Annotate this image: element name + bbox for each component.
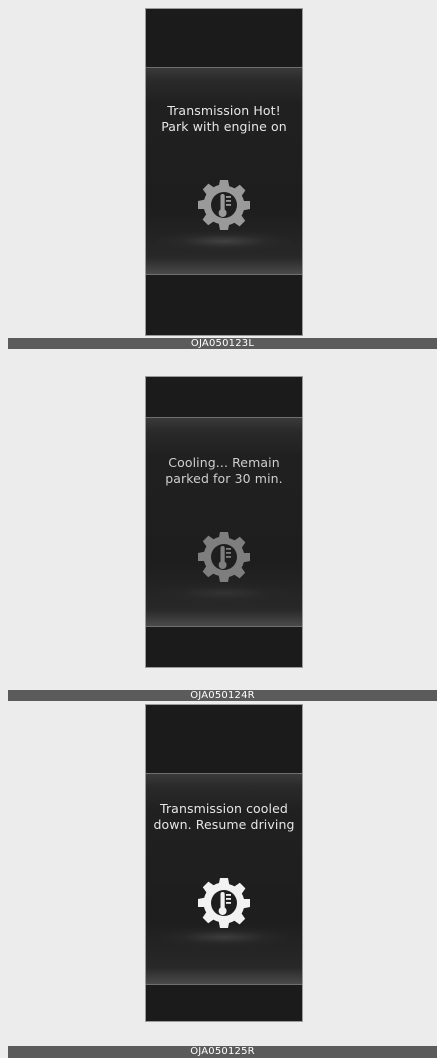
figure-caption: OJA050123L bbox=[8, 338, 437, 349]
cluster-display: Cooling... Remain parked for 30 min. bbox=[145, 376, 303, 668]
figure-caption: OJA050125R bbox=[8, 1046, 437, 1058]
cluster-display: Transmission Hot! Park with engine on bbox=[145, 8, 303, 336]
warning-message: Cooling... Remain parked for 30 min. bbox=[146, 455, 302, 487]
transmission-temperature-gear-icon bbox=[196, 177, 252, 233]
warning-message: Transmission cooled down. Resume driving bbox=[146, 801, 302, 833]
figure-caption: OJA050124R bbox=[8, 690, 437, 701]
message-line-2: down. Resume driving bbox=[153, 817, 295, 832]
message-line-2: parked for 30 min. bbox=[165, 471, 283, 486]
icon-reflection bbox=[156, 583, 292, 603]
cluster-display: Transmission cooled down. Resume driving bbox=[145, 704, 303, 1022]
warning-message: Transmission Hot! Park with engine on bbox=[146, 103, 302, 135]
message-line-1: Transmission cooled bbox=[160, 801, 288, 816]
message-line-2: Park with engine on bbox=[161, 119, 287, 134]
warning-panel-transmission-hot: Transmission Hot! Park with engine on OJ… bbox=[0, 0, 437, 352]
transmission-temperature-gear-icon bbox=[196, 529, 252, 585]
message-line-1: Transmission Hot! bbox=[167, 103, 281, 118]
transmission-temperature-gear-icon bbox=[196, 875, 252, 931]
warning-panel-cooled-down: Transmission cooled down. Resume driving… bbox=[0, 704, 437, 1058]
icon-reflection bbox=[156, 231, 292, 251]
message-line-1: Cooling... Remain bbox=[168, 455, 280, 470]
warning-panel-cooling: Cooling... Remain parked for 30 min. OJA… bbox=[0, 352, 437, 704]
